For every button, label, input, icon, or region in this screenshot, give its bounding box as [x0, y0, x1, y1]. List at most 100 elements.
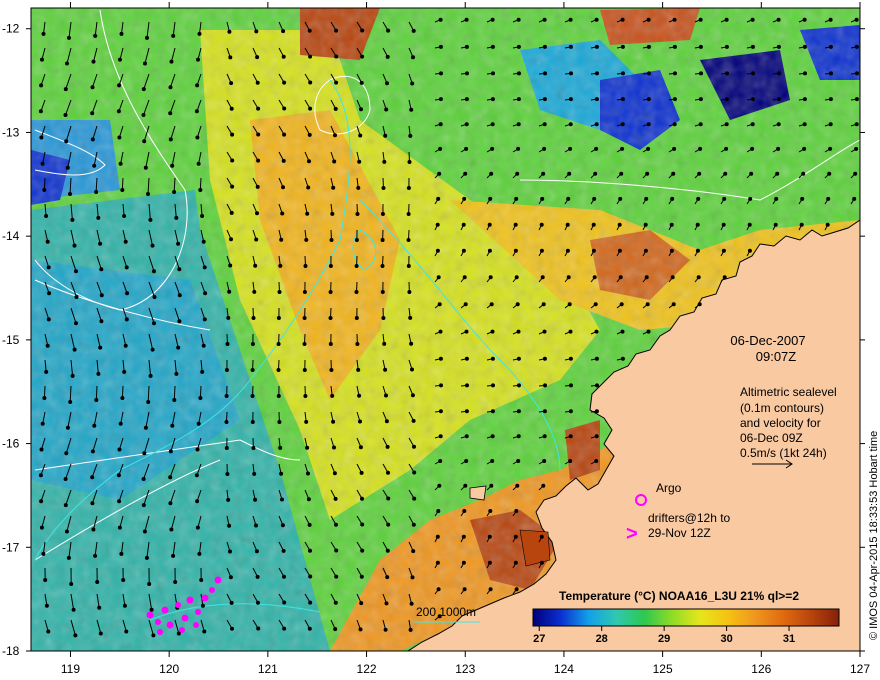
velocity-arrow-head — [254, 29, 259, 34]
velocity-arrow-head — [202, 629, 207, 634]
velocity-arrow — [95, 385, 98, 401]
velocity-arrow-head — [594, 44, 599, 49]
velocity-arrow-head — [514, 509, 519, 513]
plot-area — [31, 8, 860, 651]
velocity-arrow-head — [380, 212, 385, 216]
velocity-arrow-head — [647, 71, 651, 76]
velocity-arrow-head — [39, 499, 44, 504]
velocity-arrow-head — [568, 329, 573, 334]
velocity-arrow-head — [358, 627, 363, 632]
velocity-arrow-head — [490, 356, 495, 361]
velocity-arrow-head — [280, 497, 284, 502]
bathymetry-scale-label: 200 1000m — [416, 605, 476, 619]
velocity-arrow-head — [541, 171, 546, 176]
velocity-arrow-head — [438, 409, 443, 414]
velocity-arrow-head — [277, 290, 282, 294]
velocity-arrow-head — [360, 522, 365, 527]
velocity-arrow-head — [141, 477, 146, 481]
velocity-arrow-head — [776, 44, 781, 49]
velocity-arrow-head — [854, 97, 859, 102]
velocity-arrow-head — [828, 146, 833, 151]
velocity-arrow-head — [696, 196, 701, 201]
velocity-arrow-head — [514, 587, 519, 592]
velocity-arrow-head — [330, 393, 335, 398]
velocity-arrow-head — [117, 83, 122, 88]
velocity-arrow-head — [281, 54, 286, 59]
velocity-arrow-head — [227, 29, 232, 34]
velocity-arrow-head — [438, 434, 443, 439]
velocity-arrow-head — [464, 329, 469, 334]
velocity-arrow-head — [328, 342, 333, 346]
velocity-arrow-head — [722, 275, 727, 280]
velocity-arrow-head — [41, 31, 46, 36]
velocity-arrow-head — [195, 135, 200, 140]
velocity-arrow-head — [277, 420, 282, 424]
velocity-arrow-head — [385, 548, 390, 553]
velocity-arrow-head — [252, 289, 257, 294]
velocity-arrow-head — [488, 587, 493, 592]
velocity-arrow-head — [176, 345, 181, 350]
velocity-arrow-head — [490, 17, 495, 22]
velocity-arrow-head — [148, 373, 153, 378]
velocity-arrow-head — [411, 28, 416, 33]
velocity-arrow-head — [177, 293, 182, 298]
velocity-arrow-head — [194, 109, 199, 114]
velocity-arrow-head — [99, 293, 104, 298]
velocity-arrow-head — [151, 633, 156, 638]
velocity-arrow-head — [436, 275, 441, 280]
velocity-arrow-head — [464, 434, 469, 439]
velocity-arrow-head — [463, 171, 468, 176]
velocity-arrow-head — [171, 33, 176, 38]
velocity-arrow-head — [670, 196, 675, 201]
velocity-arrow-head — [828, 97, 833, 102]
velocity-arrow-head — [142, 451, 147, 456]
velocity-arrow-head — [224, 368, 229, 372]
velocity-arrow-head — [302, 316, 307, 320]
velocity-arrow-head — [195, 525, 200, 530]
velocity-arrow-head — [168, 111, 173, 116]
velocity-arrow-head — [854, 146, 859, 151]
velocity-arrow-head — [45, 343, 50, 348]
velocity-arrow-head — [307, 626, 312, 631]
velocity-arrow-head — [120, 188, 125, 192]
velocity-arrow-head — [382, 159, 387, 164]
velocity-arrow-head — [46, 629, 51, 634]
velocity-arrow-head — [47, 291, 52, 296]
velocity-arrow-head — [408, 627, 413, 632]
velocity-arrow-head — [145, 35, 149, 40]
velocity-arrow-head — [281, 548, 286, 553]
velocity-arrow-head — [227, 523, 232, 528]
velocity-arrow-head — [255, 211, 259, 216]
velocity-arrow-head — [437, 483, 442, 488]
velocity-arrow-head — [594, 434, 599, 439]
velocity-arrow-head — [66, 555, 71, 560]
velocity-arrow-head — [256, 158, 261, 163]
velocity-arrow-head — [463, 302, 468, 307]
velocity-arrow-head — [438, 459, 443, 463]
velocity-arrow-head — [514, 275, 519, 280]
velocity-arrow-head — [491, 383, 495, 388]
velocity-arrow-head — [282, 626, 287, 631]
velocity-arrow-head — [669, 248, 674, 253]
velocity-arrow-head — [230, 158, 235, 163]
velocity-arrow-head — [256, 132, 261, 137]
velocity-arrow-head — [567, 302, 572, 307]
velocity-arrow-head — [169, 527, 174, 532]
velocity-arrow-head — [385, 575, 390, 580]
velocity-arrow-head — [96, 371, 101, 376]
velocity-arrow-head — [380, 264, 385, 268]
velocity-arrow-head — [802, 122, 807, 127]
velocity-arrow-head — [383, 133, 388, 138]
velocity-arrow-head — [198, 188, 203, 192]
velocity-arrow-head — [226, 497, 231, 502]
velocity-arrow-head — [116, 473, 121, 478]
velocity-arrow-head — [38, 109, 43, 114]
velocity-arrow-head — [617, 248, 622, 253]
velocity-arrow-head — [854, 122, 859, 127]
velocity-arrow-head — [407, 160, 412, 164]
velocity-arrow-head — [724, 44, 729, 49]
velocity-arrow-head — [328, 290, 333, 294]
velocity-arrow-head — [68, 192, 72, 196]
velocity-arrow-head — [464, 17, 469, 22]
velocity-arrow-head — [489, 302, 494, 307]
